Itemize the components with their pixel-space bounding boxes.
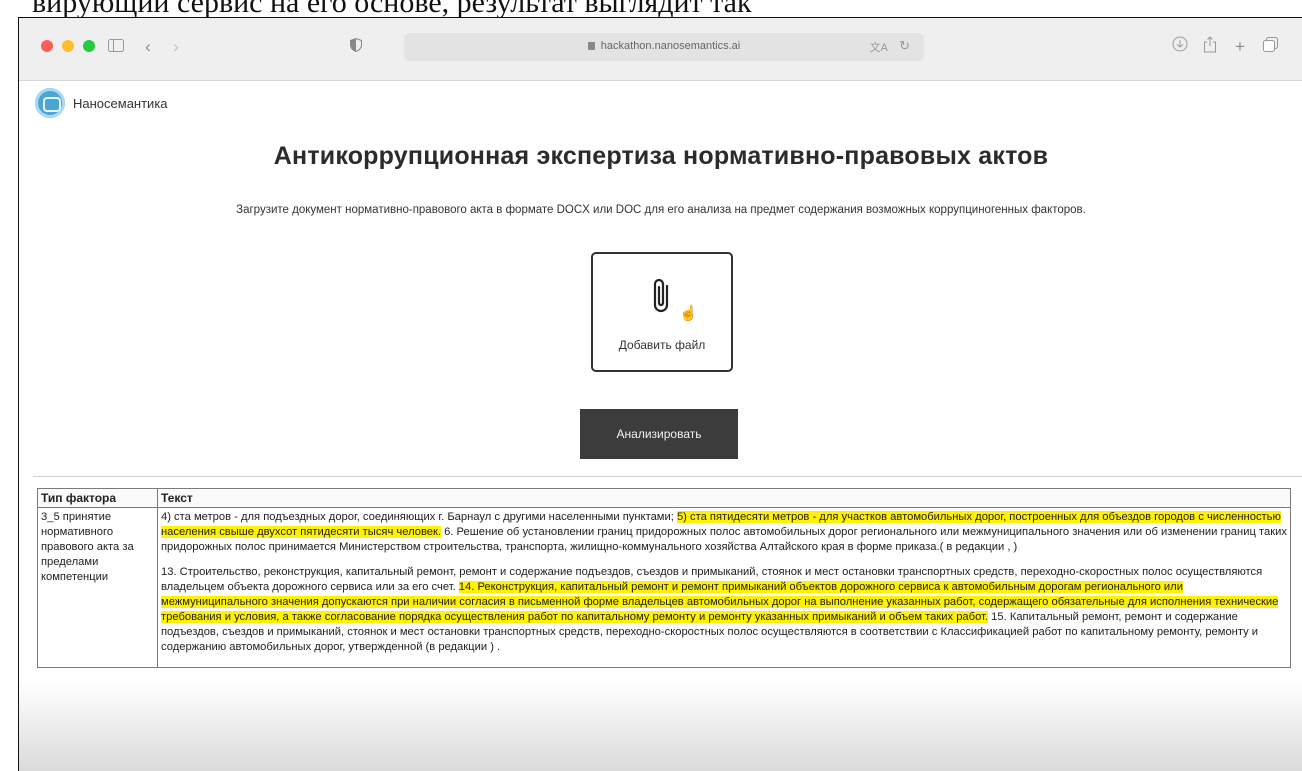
close-window-button[interactable] <box>41 40 53 52</box>
privacy-shield-icon[interactable] <box>345 36 367 58</box>
new-tab-icon[interactable]: + <box>1229 36 1251 58</box>
text-cell: 4) ста метров - для подъездных дорог, со… <box>157 507 1291 668</box>
result-paragraph: 13. Строительство, реконструкция, капита… <box>161 565 1287 655</box>
window-controls <box>41 40 95 52</box>
brand-logo[interactable]: Наносемантика <box>35 88 168 118</box>
browser-toolbar: ‹ › hackathon.nanosemantics.ai 文A ↻ + <box>19 18 1302 81</box>
column-header-text: Текст <box>157 488 1291 508</box>
lock-icon <box>587 42 595 50</box>
download-icon[interactable] <box>1169 36 1191 58</box>
minimize-window-button[interactable] <box>62 40 74 52</box>
brand-name: Наносемантика <box>73 95 168 111</box>
table-header-row: Тип фактора Текст <box>37 488 1291 508</box>
forward-icon[interactable]: › <box>165 36 187 58</box>
page-title: Антикоррупционная экспертиза нормативно-… <box>273 142 1049 170</box>
add-file-button[interactable]: ☝ Добавить файл <box>591 252 733 372</box>
column-header-factor-type: Тип фактора <box>37 488 158 508</box>
address-bar[interactable]: hackathon.nanosemantics.ai 文A ↻ <box>404 33 924 61</box>
sidebar-toggle-icon[interactable] <box>105 36 127 58</box>
table-row: 3_5 принятие нормативного правового акта… <box>37 507 1291 668</box>
analyze-button[interactable]: Анализировать <box>580 409 738 459</box>
hand-cursor-icon: ☝ <box>679 305 698 322</box>
factor-type-cell: 3_5 принятие нормативного правового акта… <box>37 507 158 668</box>
tab-overview-icon[interactable] <box>1259 36 1281 58</box>
page-subtitle: Загрузите документ нормативно-правового … <box>236 204 1086 216</box>
url-text: hackathon.nanosemantics.ai <box>600 40 741 52</box>
translate-icon[interactable]: 文A <box>870 39 888 55</box>
back-icon[interactable]: ‹ <box>137 36 159 58</box>
brain-chip-logo-icon <box>35 88 65 118</box>
bottom-shadow-overlay <box>19 681 1302 771</box>
reload-icon[interactable]: ↻ <box>899 38 910 54</box>
results-table: Тип фактора Текст 3_5 принятие нормативн… <box>37 488 1291 668</box>
browser-window: ‹ › hackathon.nanosemantics.ai 文A ↻ + На… <box>18 17 1302 771</box>
section-divider <box>33 476 1302 477</box>
result-paragraph: 4) ста метров - для подъездных дорог, со… <box>161 510 1287 555</box>
add-file-label: Добавить файл <box>618 338 706 352</box>
zoom-window-button[interactable] <box>83 40 95 52</box>
text-segment: 4) ста метров - для подъездных дорог, со… <box>161 511 677 523</box>
paperclip-icon <box>651 276 673 321</box>
share-icon[interactable] <box>1199 36 1221 58</box>
